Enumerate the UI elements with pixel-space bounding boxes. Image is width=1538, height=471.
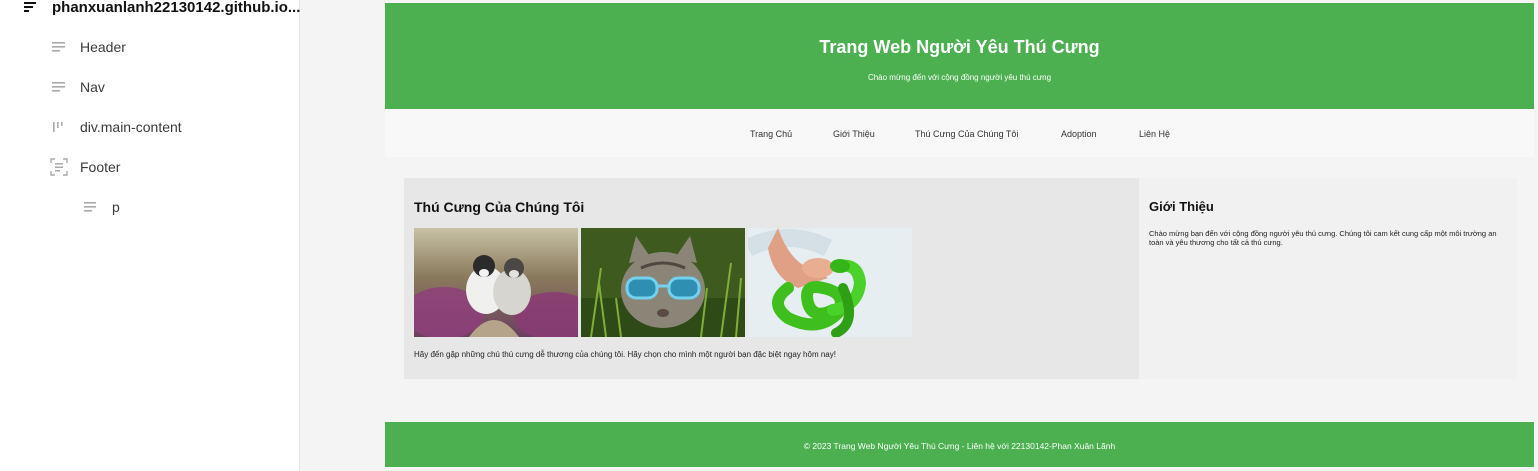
site-subtitle: Chào mừng đến với cộng đồng người yêu th… <box>867 73 1052 82</box>
page-preview: Trang Web Người Yêu Thú Cưng Chào mừng đ… <box>301 0 1538 471</box>
site-footer: © 2023 Trang Web Người Yêu Thú Cưng - Li… <box>385 422 1534 467</box>
outline-item-p[interactable]: p <box>82 195 120 219</box>
outline-panel: phanxuanlanh22130142.github.io... Header… <box>0 0 300 471</box>
outline-root-item[interactable]: phanxuanlanh22130142.github.io... <box>22 0 300 19</box>
text-lines-icon <box>50 78 68 96</box>
site-title: Trang Web Người Yêu Thú Cưng <box>819 37 1100 57</box>
cat-with-sunglasses-photo <box>581 228 745 337</box>
outline-item-footer[interactable]: Footer <box>50 155 120 179</box>
outline-item-label: Nav <box>80 79 105 95</box>
footer-text: © 2023 Trang Web Người Yêu Thú Cưng - Li… <box>803 441 1116 451</box>
text-lines-icon <box>82 198 100 216</box>
outline-item-nav[interactable]: Nav <box>50 75 105 99</box>
outline-item-label: div.main-content <box>80 119 182 135</box>
site-header: Trang Web Người Yêu Thú Cưng Chào mừng đ… <box>385 3 1534 109</box>
outline-item-main-content[interactable]: div.main-content <box>50 115 182 139</box>
columns-icon <box>50 118 68 136</box>
pets-section: Thú Cưng Của Chúng Tôi Hãy đến gặp những… <box>404 178 1139 379</box>
about-section: Giới Thiệu Chào mừng bạn đến với cộng đồ… <box>1139 178 1517 379</box>
outline-item-label: Footer <box>80 159 121 175</box>
nav-link-adoption[interactable]: Adoption <box>1061 129 1097 139</box>
site-nav: Trang Chủ Giới Thiệu Thú Cưng Của Chúng … <box>385 109 1534 157</box>
outline-item-header[interactable]: Header <box>50 35 126 59</box>
document-outline-icon <box>22 0 40 16</box>
dogs-photo <box>414 228 578 337</box>
nav-link-our-pets[interactable]: Thú Cưng Của Chúng Tôi <box>915 129 1018 139</box>
green-snake-photo <box>748 228 912 337</box>
text-lines-icon <box>50 38 68 56</box>
outline-item-label: p <box>112 199 120 215</box>
outline-root-label: phanxuanlanh22130142.github.io... <box>52 0 301 16</box>
nav-link-contact[interactable]: Liên Hệ <box>1139 129 1170 139</box>
outline-item-label: Header <box>80 39 126 55</box>
main-content: Thú Cưng Của Chúng Tôi Hãy đến gặp những… <box>404 178 1517 379</box>
nav-link-home[interactable]: Trang Chủ <box>750 129 792 139</box>
about-text: Chào mừng bạn đến với cộng đồng người yê… <box>1149 229 1497 247</box>
nav-link-about[interactable]: Giới Thiệu <box>833 129 875 139</box>
section-frame-icon <box>50 158 68 176</box>
pets-heading: Thú Cưng Của Chúng Tôi <box>414 199 585 215</box>
pets-description: Hãy đến gặp những chú thú cưng dễ thương… <box>414 350 836 359</box>
about-heading: Giới Thiệu <box>1149 199 1214 214</box>
